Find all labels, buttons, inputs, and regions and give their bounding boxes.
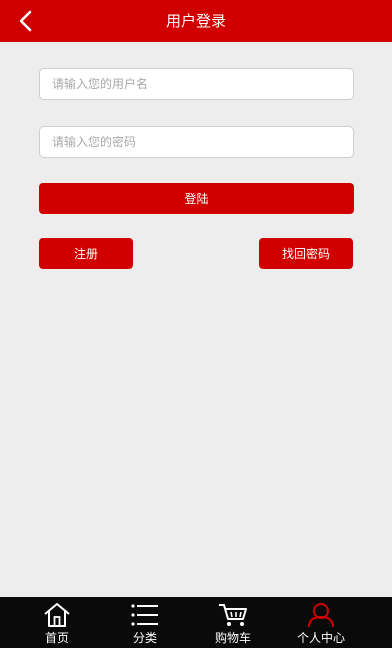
tab-label: 购物车 xyxy=(214,631,251,645)
tab-label: 个人中心 xyxy=(296,631,345,645)
user-icon xyxy=(308,603,334,628)
home-icon xyxy=(44,603,70,627)
cart-icon xyxy=(219,604,247,626)
bottom-tab-bar: 首页 分类 购物车 个人中心 xyxy=(0,597,392,648)
recover-password-button[interactable]: 找回密码 xyxy=(259,238,353,269)
header-bar: 用户登录 xyxy=(0,0,392,42)
list-icon xyxy=(131,604,158,626)
tab-profile[interactable]: 个人中心 xyxy=(272,597,370,648)
tab-category[interactable]: 分类 xyxy=(96,597,194,648)
tab-label: 首页 xyxy=(44,631,69,645)
password-input[interactable] xyxy=(39,126,354,158)
tab-cart[interactable]: 购物车 xyxy=(184,597,282,648)
page-title: 用户登录 xyxy=(165,12,226,30)
login-button[interactable]: 登陆 xyxy=(39,183,354,214)
username-input[interactable] xyxy=(39,68,354,100)
tab-home[interactable]: 首页 xyxy=(8,597,106,648)
register-button[interactable]: 注册 xyxy=(39,238,133,269)
tab-label: 分类 xyxy=(132,631,157,645)
